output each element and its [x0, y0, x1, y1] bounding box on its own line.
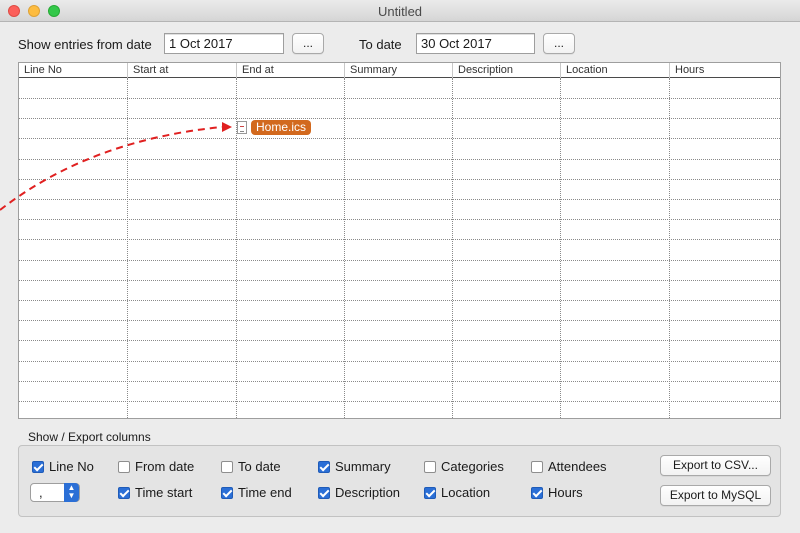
table-header: Line No Start at End at Summary Descript… [19, 63, 780, 78]
table-row-divider [19, 320, 780, 321]
table-row-divider [19, 98, 780, 99]
column-header-summary[interactable]: Summary [344, 63, 452, 78]
table-row-divider [19, 361, 780, 362]
checkbox-categories-box[interactable] [424, 460, 436, 473]
table-column-divider [560, 78, 561, 418]
column-header-start-at[interactable]: Start at [127, 63, 236, 78]
table-row-divider [19, 381, 780, 382]
column-header-description[interactable]: Description [452, 63, 560, 78]
checkbox-summary-label: Summary [335, 459, 391, 474]
checkbox-categories[interactable]: Categories [424, 459, 504, 474]
checkbox-description-label: Description [335, 485, 401, 500]
drag-arrow [0, 122, 232, 211]
checkbox-summary-box[interactable] [318, 460, 330, 473]
checkbox-line-no[interactable]: Line No [32, 459, 94, 474]
table-row-divider [19, 340, 780, 341]
checkbox-hours[interactable]: Hours [531, 485, 583, 500]
checkbox-from-date-label: From date [135, 459, 195, 474]
to-date-picker-button[interactable]: ... [543, 33, 575, 54]
column-header-hours[interactable]: Hours [669, 63, 780, 78]
table-row-divider [19, 280, 780, 281]
export-group-label: Show / Export columns [28, 430, 151, 444]
table-row-divider [19, 260, 780, 261]
checkbox-to-date[interactable]: To date [221, 459, 281, 474]
checkbox-to-date-label: To date [238, 459, 281, 474]
dragged-file-name: Home.ics [251, 119, 312, 135]
checkbox-from-date-box[interactable] [118, 460, 130, 473]
checkbox-description[interactable]: Description [318, 485, 400, 500]
from-date-field[interactable]: 1 Oct 2017 [164, 33, 284, 54]
checkbox-hours-box[interactable] [531, 486, 543, 499]
checkbox-line-no-label: Line No [49, 459, 94, 474]
checkbox-hours-label: Hours [548, 485, 583, 500]
entries-table[interactable]: Line No Start at End at Summary Descript… [18, 62, 781, 419]
checkbox-location[interactable]: Location [424, 485, 490, 500]
from-date-label: Show entries from date [18, 37, 152, 52]
table-column-divider [344, 78, 345, 418]
from-date-picker-button[interactable]: ... [292, 33, 324, 54]
window-title: Untitled [377, 4, 423, 19]
checkbox-time-start[interactable]: Time start [118, 485, 192, 500]
checkbox-time-start-label: Time start [135, 485, 193, 500]
checkbox-time-end-label: Time end [238, 485, 292, 500]
checkbox-location-label: Location [441, 485, 491, 500]
checkbox-from-date[interactable]: From date [118, 459, 194, 474]
export-mysql-button[interactable]: Export to MySQL [660, 485, 771, 506]
dragged-file[interactable]: Home.ics [237, 119, 312, 135]
checkbox-attendees-label: Attendees [548, 459, 607, 474]
checkbox-time-end[interactable]: Time end [221, 485, 292, 500]
title-bar: Untitled [0, 0, 800, 22]
checkbox-description-box[interactable] [318, 486, 330, 499]
separator-value: , [39, 485, 43, 500]
checkbox-to-date-box[interactable] [221, 460, 233, 473]
checkbox-categories-label: Categories [441, 459, 504, 474]
checkbox-time-end-box[interactable] [221, 486, 233, 499]
table-row-divider [19, 401, 780, 402]
to-date-label: To date [359, 37, 402, 52]
checkbox-summary[interactable]: Summary [318, 459, 391, 474]
table-column-divider [452, 78, 453, 418]
table-row-divider [19, 239, 780, 240]
column-header-end-at[interactable]: End at [236, 63, 344, 78]
column-header-location[interactable]: Location [560, 63, 669, 78]
checkbox-attendees-box[interactable] [531, 460, 543, 473]
separator-popup[interactable]: , ▲ ▼ [30, 483, 80, 502]
table-column-divider [669, 78, 670, 418]
checkbox-location-box[interactable] [424, 486, 436, 499]
popup-chevron-icon: ▲ ▼ [64, 483, 79, 502]
table-row-divider [19, 118, 780, 119]
checkbox-attendees[interactable]: Attendees [531, 459, 607, 474]
column-header-line-no[interactable]: Line No [19, 63, 127, 78]
calendar-file-icon [237, 120, 247, 134]
to-date-field[interactable]: 30 Oct 2017 [416, 33, 535, 54]
table-row-divider [19, 300, 780, 301]
export-csv-button[interactable]: Export to CSV... [660, 455, 771, 476]
checkbox-line-no-box[interactable] [32, 460, 44, 473]
checkbox-time-start-box[interactable] [118, 486, 130, 499]
